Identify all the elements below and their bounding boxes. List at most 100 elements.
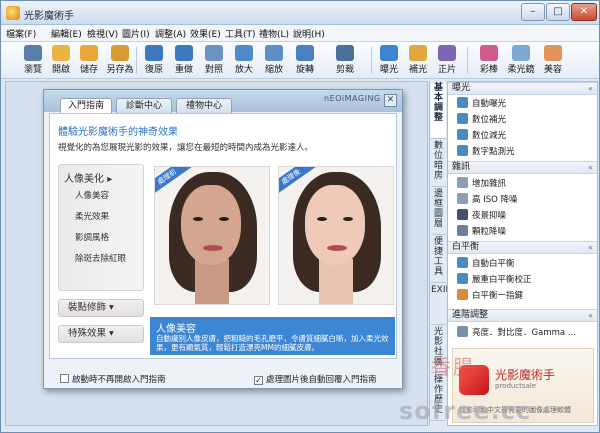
menu-edit[interactable]: 編輯(E) bbox=[51, 27, 82, 40]
menu-gifts[interactable]: 禮物(L) bbox=[259, 27, 289, 40]
section-noise-title: 雜訊 bbox=[452, 162, 471, 172]
sub-item-portrait-beauty[interactable]: 人像美容 bbox=[75, 189, 109, 201]
item-grain-denoise[interactable]: 顆粒降噪 bbox=[457, 225, 506, 237]
vtab-basic-adjust[interactable]: 基本調整 bbox=[431, 83, 446, 139]
browse-icon bbox=[24, 45, 42, 61]
collapse-icon[interactable]: « bbox=[588, 162, 593, 173]
undo-button[interactable]: 復原 bbox=[138, 44, 170, 77]
sub-item-tone-style[interactable]: 影調風格 bbox=[75, 231, 109, 243]
menu-adjust[interactable]: 調整(A) bbox=[155, 27, 186, 40]
resize-button[interactable]: 縮放 bbox=[258, 44, 290, 77]
section-exposure[interactable]: 曝光 « bbox=[448, 82, 597, 95]
color-pencil-icon bbox=[480, 45, 498, 61]
item-fill-light[interactable]: 數位補光 bbox=[457, 113, 506, 125]
night-icon bbox=[457, 209, 468, 220]
item-spot-metering[interactable]: 數字點測光 bbox=[457, 145, 515, 157]
vtab-quick-tools[interactable]: 便捷工具 bbox=[431, 237, 446, 283]
eye-shape bbox=[317, 217, 327, 221]
fill-light-button[interactable]: 補光 bbox=[402, 44, 434, 77]
sub-item-soft-light[interactable]: 柔光效果 bbox=[75, 210, 109, 222]
section-exposure-title: 曝光 bbox=[452, 83, 471, 93]
zoom-in-button[interactable]: 放大 bbox=[228, 44, 260, 77]
window-title: 光影魔術手 bbox=[24, 11, 74, 22]
section-advanced[interactable]: 進階調整 « bbox=[448, 309, 597, 322]
fill-light-icon bbox=[409, 45, 427, 61]
collapse-icon[interactable]: « bbox=[588, 83, 593, 94]
save-button[interactable]: 儲存 bbox=[73, 44, 105, 77]
soft-focus-icon bbox=[512, 45, 530, 61]
item-reduce-light[interactable]: 數位減光 bbox=[457, 129, 506, 141]
menu-image[interactable]: 圖片(I) bbox=[122, 27, 150, 40]
tab-gift-center[interactable]: 禮物中心 bbox=[176, 98, 232, 113]
section-noise[interactable]: 雜訊 « bbox=[448, 161, 597, 174]
spot-metering-icon bbox=[457, 145, 468, 156]
tab-diagnostics[interactable]: 診斷中心 bbox=[116, 98, 172, 113]
vtab-borders[interactable]: 邊框圖層 bbox=[431, 189, 446, 235]
slide-film-button[interactable]: 正片 bbox=[431, 44, 463, 77]
crop-button[interactable]: 剪裁 bbox=[329, 44, 361, 77]
exposure-label: 曝光 bbox=[379, 65, 398, 75]
effect-info-title: 人像美容 bbox=[156, 324, 196, 335]
item-label: 顆粒降噪 bbox=[472, 227, 507, 237]
minimize-button[interactable]: – bbox=[521, 3, 545, 21]
item-high-iso-denoise[interactable]: 高 ISO 降噪 bbox=[457, 193, 518, 205]
resize-label: 縮放 bbox=[264, 65, 283, 75]
sub-item-blemish-redeye[interactable]: 除斑去除紅眼 bbox=[75, 252, 126, 264]
menu-tools[interactable]: 工具(T) bbox=[225, 27, 256, 40]
high-iso-icon bbox=[457, 193, 468, 204]
auto-return-label: 處理圖片後自動回覆入門指南 bbox=[266, 375, 377, 385]
save-as-button[interactable]: 另存為 bbox=[104, 44, 136, 77]
reduce-light-icon bbox=[457, 129, 468, 140]
item-add-noise[interactable]: 增加雜訊 bbox=[457, 177, 506, 189]
item-wb-one-click[interactable]: 白平衡一指鍵 bbox=[457, 289, 523, 301]
item-severe-wb-correction[interactable]: 嚴重白平衡校正 bbox=[457, 273, 532, 285]
vtab-exif[interactable]: EXIF bbox=[431, 285, 451, 325]
undo-label: 復原 bbox=[144, 65, 163, 75]
app-window: 光影魔術手 – □ ✕ 檔案(F) 編輯(E) 檢視(V) 圖片(I) 調整(A… bbox=[0, 0, 600, 433]
category-decoration-button[interactable]: 裝點修飾 ▾ bbox=[58, 299, 144, 317]
menu-effects[interactable]: 效果(E) bbox=[190, 27, 221, 40]
neck-shape bbox=[195, 259, 229, 304]
close-button[interactable]: ✕ bbox=[571, 3, 597, 21]
item-night-denoise[interactable]: 夜景抑噪 bbox=[457, 209, 506, 221]
compare-button[interactable]: 對照 bbox=[198, 44, 230, 77]
color-pencil-button[interactable]: 彩棒 bbox=[473, 44, 505, 77]
item-auto-white-balance[interactable]: 自動白平衡 bbox=[457, 257, 515, 269]
collapse-icon[interactable]: « bbox=[588, 242, 593, 253]
beauty-button[interactable]: 美容 bbox=[537, 44, 569, 77]
redo-button[interactable]: 重做 bbox=[168, 44, 200, 77]
soft-focus-button[interactable]: 柔光鏡 bbox=[505, 44, 537, 77]
section-white-balance[interactable]: 白平衡 « bbox=[448, 241, 597, 254]
caret-right-icon: ▸ bbox=[107, 174, 113, 185]
vtab-darkroom[interactable]: 數位暗房 bbox=[431, 141, 446, 187]
rotate-button[interactable]: 旋轉 bbox=[289, 44, 321, 77]
save-label: 儲存 bbox=[79, 65, 98, 75]
eye-shape bbox=[343, 217, 353, 221]
item-brightness-contrast[interactable]: 亮度．對比度．Gamma ... bbox=[457, 326, 576, 338]
category-special-effects-button[interactable]: 特殊效果 ▾ bbox=[58, 325, 144, 343]
menu-view[interactable]: 檢視(V) bbox=[87, 27, 118, 40]
watermark-top: 香腸 bbox=[431, 355, 475, 379]
tab-getting-started[interactable]: 入門指南 bbox=[60, 98, 112, 114]
category-portrait[interactable]: 人像美化 ▸ 人像美容 柔光效果 影調風格 除斑去除紅眼 bbox=[58, 164, 144, 291]
menu-help[interactable]: 說明(H) bbox=[293, 27, 325, 40]
item-auto-exposure[interactable]: 自動曝光 bbox=[457, 97, 506, 109]
undo-icon bbox=[145, 45, 163, 61]
no-show-checkbox[interactable]: 啟動時不再開啟入門指南 bbox=[60, 373, 166, 385]
caret-down-icon: ▾ bbox=[109, 328, 114, 339]
save-as-icon bbox=[111, 45, 129, 61]
checkbox-box bbox=[60, 374, 69, 383]
menu-bar: 檔案(F) 編輯(E) 檢視(V) 圖片(I) 調整(A) 效果(E) 工具(T… bbox=[1, 25, 599, 42]
exposure-button[interactable]: 曝光 bbox=[373, 44, 405, 77]
auto-return-checkbox[interactable]: ✓ 處理圖片後自動回覆入門指南 bbox=[254, 373, 377, 385]
maximize-button[interactable]: □ bbox=[546, 3, 570, 21]
item-label: 亮度．對比度．Gamma ... bbox=[472, 328, 576, 338]
item-label: 高 ISO 降噪 bbox=[472, 195, 518, 205]
dialog-close-button[interactable]: ✕ bbox=[384, 94, 397, 107]
menu-file[interactable]: 檔案(F) bbox=[6, 27, 36, 40]
collapse-icon[interactable]: « bbox=[588, 310, 593, 321]
redo-label: 重做 bbox=[174, 65, 193, 75]
save-as-label: 另存為 bbox=[106, 65, 134, 75]
category-title-text: 人像美化 bbox=[64, 174, 104, 185]
no-show-label: 啟動時不再開啟入門指南 bbox=[72, 375, 166, 385]
